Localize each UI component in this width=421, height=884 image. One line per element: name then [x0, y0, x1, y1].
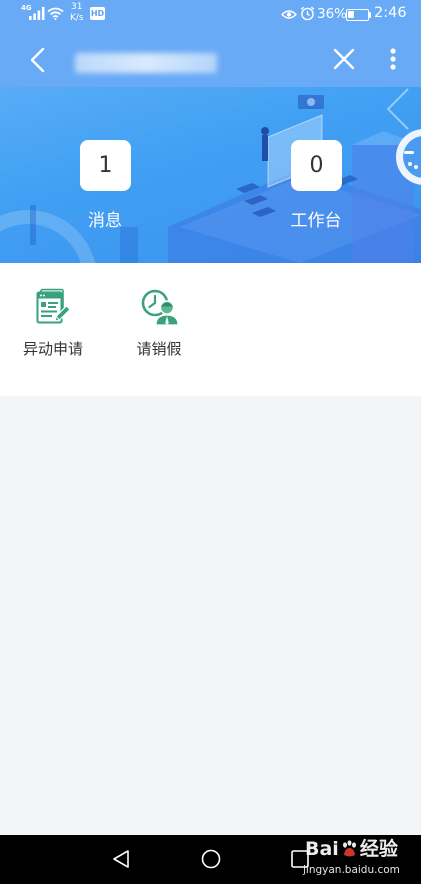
close-icon — [333, 48, 355, 70]
messages-count-card[interactable]: 1 — [80, 140, 131, 191]
hd-badge: HD — [90, 7, 105, 20]
network-speed-unit: K/s — [70, 13, 84, 23]
watermark-brand-suffix: 经验 — [359, 838, 398, 860]
eye-icon — [281, 10, 297, 19]
battery-percent: 36% — [317, 6, 348, 22]
action-leave-request[interactable]: 请销假 — [109, 288, 209, 368]
system-nav-bar: Bai 经验 jingyan.baidu.com — [0, 835, 421, 884]
messages-label[interactable]: 消息 — [55, 210, 155, 232]
network-speed-value: 31 — [71, 2, 83, 12]
alarm-icon — [300, 6, 315, 21]
battery-level-fill — [348, 11, 354, 18]
action-change-request[interactable]: 异动申请 — [3, 288, 103, 368]
watermark-brand-prefix: Bai — [305, 838, 339, 860]
battery-icon — [346, 9, 369, 21]
signal-icon — [29, 7, 45, 20]
content-empty-area — [0, 396, 421, 835]
clock-person-icon — [141, 289, 178, 326]
document-edit-icon — [36, 288, 71, 324]
workbench-count-card[interactable]: 0 — [291, 140, 342, 191]
action-change-request-label: 异动申请 — [22, 340, 83, 358]
workbench-label[interactable]: 工作台 — [266, 210, 366, 232]
page-title-blurred — [75, 53, 217, 73]
chevron-left-icon — [30, 47, 45, 73]
dashboard-banner: 1 消息 0 工作台 — [0, 87, 421, 263]
app-top-area: 4G 31 K/s HD 36% 2:46 — [0, 0, 421, 87]
quick-actions-panel: 异动申请 请销假 — [0, 263, 421, 396]
paw-icon — [342, 840, 356, 857]
battery-cap — [369, 12, 371, 18]
action-leave-request-label: 请销假 — [136, 340, 182, 358]
close-button[interactable] — [330, 45, 358, 73]
status-bar: 4G 31 K/s HD 36% 2:46 — [0, 0, 421, 30]
more-button[interactable] — [383, 45, 403, 73]
more-vertical-icon — [390, 48, 396, 70]
top-right-chevron-decor — [386, 88, 409, 130]
back-button[interactable] — [20, 41, 54, 79]
banner-illustration — [0, 88, 421, 263]
watermark-brand: Bai 经验 — [305, 838, 398, 860]
home-circle-icon[interactable] — [200, 848, 222, 870]
phone-screen: 4G 31 K/s HD 36% 2:46 1 消息 0 工作台 异动申请 请销… — [0, 0, 421, 884]
wifi-icon — [47, 7, 64, 20]
back-triangle-icon[interactable] — [110, 848, 132, 870]
clock-time: 2:46 — [374, 5, 407, 21]
watermark-url: jingyan.baidu.com — [303, 864, 400, 876]
